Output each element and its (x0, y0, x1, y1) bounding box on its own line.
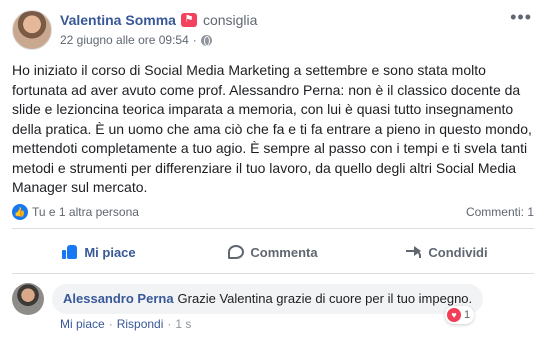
comments-count[interactable]: Commenti: 1 (466, 205, 534, 219)
heart-icon: ♥ (447, 308, 461, 322)
comment-button-label: Commenta (250, 244, 318, 260)
comment-actions-separator: · (108, 317, 113, 331)
like-reaction-icon[interactable]: 👍 (12, 204, 28, 220)
like-button-label: Mi piace (84, 244, 136, 260)
comment-author[interactable]: Alessandro Perna (63, 291, 174, 306)
post-header: Valentina Somma ⚑ consiglia 22 giugno al… (12, 8, 534, 52)
author-name[interactable]: Valentina Somma (60, 12, 176, 28)
comment-text: Grazie Valentina grazie di cuore per il … (177, 291, 473, 306)
share-button[interactable]: Condividi (360, 233, 534, 271)
comment-actions-separator: · (167, 317, 172, 331)
share-button-label: Condividi (428, 244, 488, 260)
comment-actions: Mi piace · Rispondi · 1 s (60, 317, 191, 331)
reactors-text[interactable]: Tu e 1 altra persona (32, 205, 139, 219)
reactions-row: 👍 Tu e 1 altra persona Commenti: 1 (12, 203, 534, 221)
divider-bottom (12, 273, 534, 274)
commenter-avatar[interactable] (12, 283, 44, 315)
more-options-icon[interactable]: ••• (510, 8, 532, 26)
comment-time[interactable]: 1 s (175, 317, 191, 331)
like-button[interactable]: Mi piace (12, 233, 186, 271)
author-line: Valentina Somma ⚑ consiglia (60, 12, 257, 28)
post-meta: 22 giugno alle ore 09:54 · (60, 33, 212, 47)
comment-reaction-count: 1 (464, 309, 471, 321)
thumb-up-icon (62, 244, 78, 260)
comment-reply-link[interactable]: Rispondi (117, 317, 164, 331)
meta-separator: · (192, 33, 197, 47)
comment-bubble-icon (228, 245, 245, 259)
comment-reaction[interactable]: ♥ 1 (445, 306, 475, 324)
author-avatar[interactable] (12, 10, 52, 50)
comment-bubble: Alessandro Perna Grazie Valentina grazie … (52, 284, 484, 314)
post-body: Ho iniziato il corso di Social Media Mar… (12, 62, 532, 195)
globe-icon[interactable] (200, 34, 212, 46)
recommend-badge-icon: ⚑ (180, 13, 197, 27)
share-arrow-icon (406, 245, 422, 259)
post-date[interactable]: 22 giugno alle ore 09:54 (60, 33, 189, 47)
divider-top (12, 228, 534, 229)
comment-button[interactable]: Commenta (186, 233, 360, 271)
recommend-label: consiglia (202, 12, 258, 28)
comment: Alessandro Perna Grazie Valentina grazie … (12, 283, 534, 333)
comment-like-link[interactable]: Mi piace (60, 317, 105, 331)
action-bar: Mi piace Commenta Condividi (12, 233, 534, 271)
